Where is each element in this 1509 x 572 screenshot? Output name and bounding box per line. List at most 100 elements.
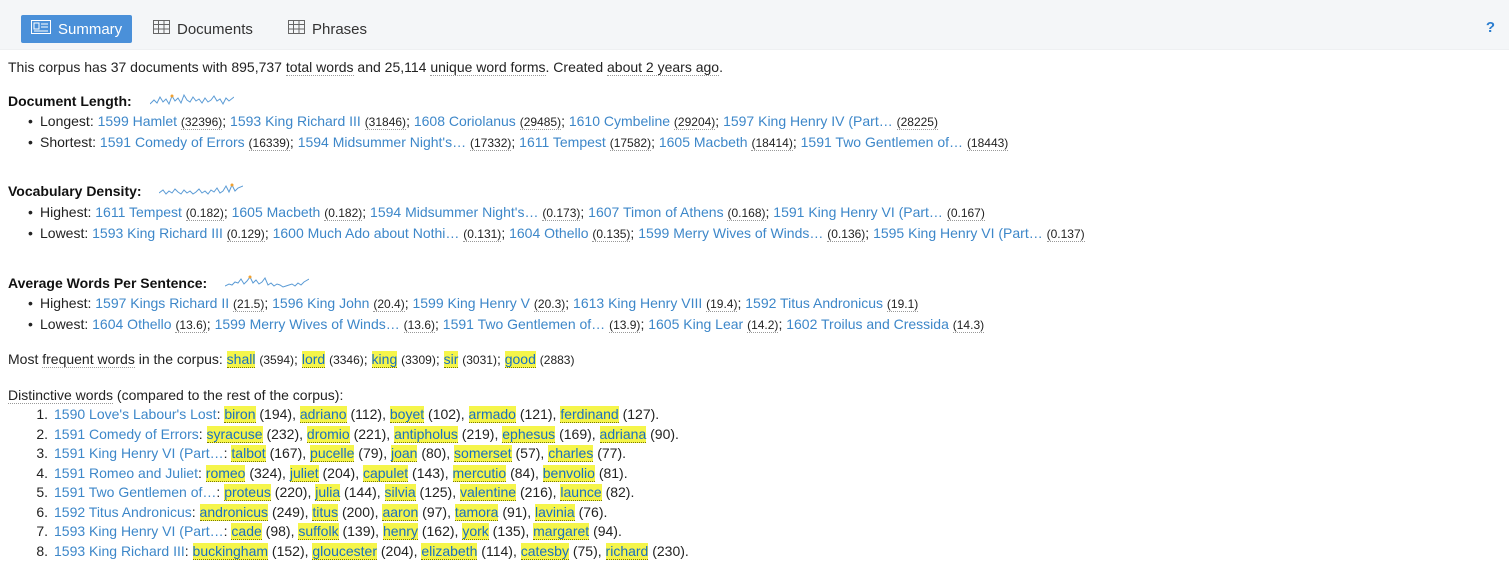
term-count: (91): [502, 503, 528, 520]
doc-length-heading: Document Length:: [8, 92, 234, 112]
tab-summary[interactable]: Summary: [21, 15, 133, 43]
term-link[interactable]: king: [371, 351, 398, 368]
doc-link[interactable]: 1604 Othello: [509, 225, 588, 241]
term-link[interactable]: elizabeth: [421, 542, 478, 560]
doc-link[interactable]: 1593 King Richard III: [54, 543, 185, 559]
term-link[interactable]: good: [504, 351, 536, 368]
term-link[interactable]: york: [462, 523, 489, 540]
term-count: (94): [593, 523, 618, 539]
doc-length-sparkline[interactable]: [149, 92, 234, 112]
tab-documents[interactable]: Documents: [143, 15, 263, 43]
tab-phrases[interactable]: Phrases: [278, 15, 377, 43]
term-link[interactable]: suffolk: [298, 523, 339, 540]
term-link[interactable]: romeo: [205, 464, 246, 482]
help-icon[interactable]: ?: [1486, 19, 1495, 36]
term-link[interactable]: henry: [382, 523, 418, 540]
term-count: (76): [578, 503, 604, 520]
doc-link[interactable]: 1591 Two Gentlemen of…: [801, 134, 963, 150]
doc-link[interactable]: 1605 Macbeth: [232, 204, 321, 220]
term-link[interactable]: cade: [231, 523, 262, 540]
doc-link[interactable]: 1605 Macbeth: [659, 134, 748, 150]
doc-link[interactable]: 1607 Timon of Athens: [588, 204, 723, 220]
term-link[interactable]: aaron: [382, 503, 419, 521]
term-count: (127): [622, 406, 656, 422]
term-link[interactable]: silvia: [384, 484, 416, 501]
term-link[interactable]: mercutio: [452, 464, 507, 482]
term-link[interactable]: talbot: [231, 445, 266, 462]
doc-link[interactable]: 1608 Coriolanus: [414, 113, 516, 129]
doc-link[interactable]: 1595 King Henry VI (Part…: [873, 225, 1043, 241]
term-link[interactable]: joan: [390, 445, 418, 462]
term-link[interactable]: shall: [226, 351, 256, 368]
doc-link[interactable]: 1611 Tempest: [95, 204, 182, 220]
term-count: (80): [421, 445, 447, 461]
doc-link[interactable]: 1599 Merry Wives of Winds…: [215, 316, 400, 332]
term-link[interactable]: armado: [468, 406, 516, 423]
doc-link[interactable]: 1594 Midsummer Night's…: [370, 204, 538, 220]
doc-link[interactable]: 1594 Midsummer Night's…: [298, 134, 466, 150]
doc-link[interactable]: 1611 Tempest: [519, 134, 606, 150]
doc-link[interactable]: 1591 Two Gentlemen of…: [443, 316, 605, 332]
doc-link[interactable]: 1591 Comedy of Errors: [100, 134, 245, 150]
term-link[interactable]: dromio: [306, 425, 350, 443]
term-link[interactable]: catesby: [520, 542, 569, 560]
vocab-density-sparkline[interactable]: [159, 182, 244, 202]
term-link[interactable]: andronicus: [199, 503, 269, 521]
term-count: (221): [353, 425, 387, 442]
term-link[interactable]: biron: [224, 406, 256, 423]
list-index: 1.: [36, 406, 48, 422]
doc-link[interactable]: 1591 King Henry VI (Part…: [54, 445, 224, 461]
doc-link[interactable]: 1591 Comedy of Errors: [54, 426, 199, 442]
avg-words-sparkline[interactable]: [224, 274, 310, 294]
term-link[interactable]: somerset: [454, 445, 512, 462]
doc-link[interactable]: 1590 Love's Labour's Lost: [54, 406, 217, 422]
doc-link[interactable]: 1591 Two Gentlemen of…: [54, 484, 216, 500]
doc-link[interactable]: 1605 King Lear: [648, 316, 743, 332]
term-link[interactable]: margaret: [533, 523, 590, 540]
term-link[interactable]: tamora: [454, 503, 499, 521]
term-link[interactable]: adriana: [599, 425, 647, 443]
term-link[interactable]: adriano: [299, 406, 347, 423]
doc-link[interactable]: 1593 King Henry VI (Part…: [54, 523, 224, 539]
term-link[interactable]: capulet: [362, 464, 409, 482]
doc-link[interactable]: 1591 King Henry VI (Part…: [773, 204, 943, 220]
term-link[interactable]: juliet: [289, 464, 319, 482]
term-link[interactable]: antipholus: [394, 425, 458, 443]
term-link[interactable]: syracuse: [206, 425, 263, 443]
doc-link[interactable]: 1592 Titus Andronicus: [745, 295, 883, 311]
term-link[interactable]: charles: [548, 445, 594, 462]
distinctive-item: 1. 1590 Love's Labour's Lost: biron (194)…: [8, 405, 659, 423]
doc-link[interactable]: 1600 Much Ado about Nothi…: [273, 225, 460, 241]
term-link[interactable]: valentine: [460, 484, 517, 501]
term-link[interactable]: proteus: [224, 484, 271, 501]
term-link[interactable]: gloucester: [312, 542, 377, 560]
doc-link[interactable]: 1599 King Henry V: [412, 295, 530, 311]
term-link[interactable]: launce: [560, 484, 602, 501]
term-link[interactable]: julia: [315, 484, 341, 501]
term-count: (204): [380, 542, 414, 559]
doc-link[interactable]: 1610 Cymbeline: [569, 113, 670, 129]
term-link[interactable]: pucelle: [310, 445, 355, 462]
doc-link[interactable]: 1591 Romeo and Juliet: [54, 465, 198, 481]
term-link[interactable]: ephesus: [502, 425, 556, 443]
doc-link[interactable]: 1593 King Richard III: [230, 113, 361, 129]
term-link[interactable]: buckingham: [192, 542, 269, 560]
term-link[interactable]: sir: [443, 351, 459, 368]
term-link[interactable]: boyet: [389, 406, 425, 423]
term-link[interactable]: ferdinand: [560, 406, 619, 423]
doc-link[interactable]: 1613 King Henry VIII: [573, 295, 702, 311]
term-link[interactable]: lavinia: [535, 503, 575, 521]
doc-link[interactable]: 1602 Troilus and Cressida: [786, 316, 949, 332]
doc-link[interactable]: 1599 Merry Wives of Winds…: [638, 225, 823, 241]
doc-link[interactable]: 1597 Kings Richard II: [95, 295, 229, 311]
term-link[interactable]: benvolio: [542, 464, 595, 482]
doc-link[interactable]: 1593 King Richard III: [92, 225, 223, 241]
doc-link[interactable]: 1599 Hamlet: [98, 113, 177, 129]
doc-link[interactable]: 1596 King John: [272, 295, 369, 311]
doc-link[interactable]: 1597 King Henry IV (Part…: [723, 113, 893, 129]
term-link[interactable]: lord: [301, 351, 326, 368]
doc-link[interactable]: 1604 Othello: [92, 316, 171, 332]
term-link[interactable]: titus: [312, 503, 339, 521]
term-link[interactable]: richard: [605, 542, 649, 560]
doc-link[interactable]: 1592 Titus Andronicus: [54, 504, 192, 520]
